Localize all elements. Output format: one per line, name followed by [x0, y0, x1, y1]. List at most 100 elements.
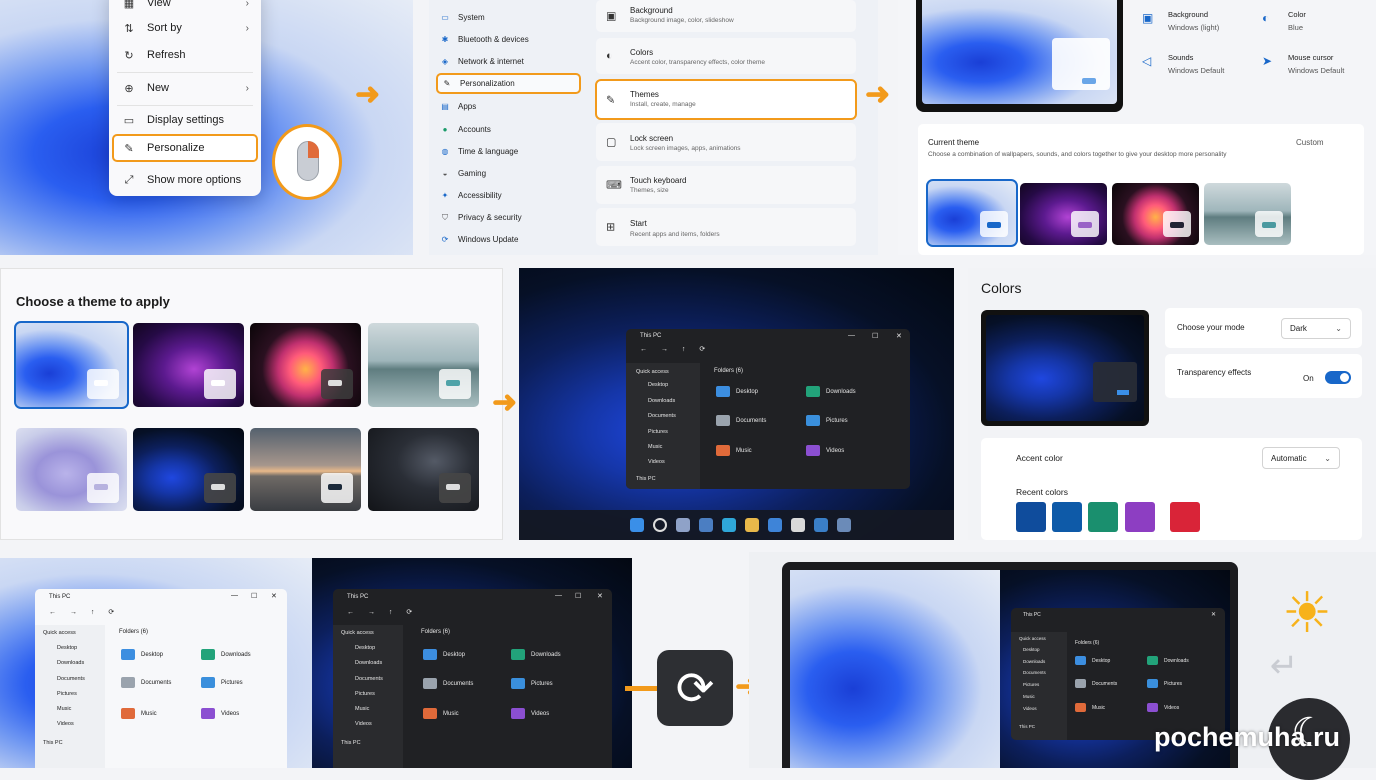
transparency-state: On: [1303, 374, 1314, 383]
folder-desktop[interactable]: Desktop: [716, 386, 758, 397]
maximize-icon[interactable]: ☐: [575, 592, 581, 600]
search-icon[interactable]: [653, 518, 667, 532]
theme-prop-color[interactable]: ◐ Color Blue: [1262, 10, 1372, 40]
recent-color-swatch[interactable]: [1088, 502, 1118, 532]
theme-prop-sounds[interactable]: ◁ Sounds Windows Default: [1142, 53, 1262, 83]
update-icon: ⟳: [441, 235, 449, 244]
card-touch-keyboard[interactable]: ⌨ Touch keyboard Themes, size: [596, 166, 856, 204]
nav-system[interactable]: ▭ System: [439, 8, 579, 27]
minimize-icon[interactable]: —: [848, 332, 855, 339]
folder-documents[interactable]: Documents: [423, 678, 473, 689]
folder-videos[interactable]: Videos: [511, 708, 549, 719]
folder-music[interactable]: Music: [716, 445, 752, 456]
nav-gaming[interactable]: ◒ Gaming: [439, 164, 579, 183]
recent-color-swatch[interactable]: [1016, 502, 1046, 532]
folder-downloads[interactable]: Downloads: [1147, 656, 1189, 665]
minimize-icon[interactable]: —: [231, 592, 238, 599]
recent-color-swatch[interactable]: [1170, 502, 1200, 532]
menu-item-sort-by[interactable]: ⇅ Sort by ›: [109, 15, 261, 41]
theme-thumb-captured-motion[interactable]: [1112, 183, 1199, 245]
folder-videos[interactable]: Videos: [806, 445, 844, 456]
theme-tile-glow[interactable]: [133, 323, 244, 407]
folder-pictures[interactable]: Pictures: [201, 677, 243, 688]
edge-icon[interactable]: [722, 518, 736, 532]
card-start[interactable]: ⊞ Start Recent apps and items, folders: [596, 208, 856, 246]
chat-icon[interactable]: [676, 518, 690, 532]
folder-documents[interactable]: Documents: [1075, 679, 1117, 688]
theme-thumb-glow[interactable]: [1020, 183, 1107, 245]
theme-thumb-flow[interactable]: [1204, 183, 1291, 245]
settings-icon[interactable]: [837, 518, 851, 532]
theme-tile-sunrise[interactable]: [16, 428, 127, 511]
folder-desktop[interactable]: Desktop: [1075, 656, 1110, 665]
folder-downloads[interactable]: Downloads: [511, 649, 561, 660]
folder-downloads[interactable]: Downloads: [201, 649, 251, 660]
maximize-icon[interactable]: ☐: [251, 592, 257, 600]
mail-icon[interactable]: [791, 518, 805, 532]
folder-pictures[interactable]: Pictures: [1147, 679, 1182, 688]
card-background[interactable]: ▣ Background Background image, color, slid…: [596, 0, 856, 32]
nav-time-language[interactable]: ◍ Time & language: [439, 142, 579, 161]
theme-tile-windows-light[interactable]: [14, 321, 129, 409]
theme-thumb-windows-light[interactable]: [926, 179, 1018, 247]
folder-videos[interactable]: Videos: [1147, 703, 1179, 712]
start-icon[interactable]: [630, 518, 644, 532]
folder-music[interactable]: Music: [423, 708, 459, 719]
folder-downloads[interactable]: Downloads: [806, 386, 856, 397]
explorer-sidebar: Quick access Desktop Downloads Documents…: [333, 625, 403, 768]
accent-dropdown[interactable]: Automatic ⌄: [1262, 447, 1340, 469]
menu-item-view[interactable]: ▦ View ›: [109, 0, 261, 16]
menu-item-personalize[interactable]: ✎ Personalize: [112, 134, 258, 162]
monitor-icon: ▭: [441, 13, 449, 22]
mode-dropdown[interactable]: Dark ⌄: [1281, 318, 1351, 339]
menu-item-refresh[interactable]: ↻ Refresh: [109, 42, 261, 68]
folder-desktop[interactable]: Desktop: [121, 649, 163, 660]
theme-tile-captured-motion[interactable]: [250, 323, 361, 407]
card-themes[interactable]: ✎ Themes Install, create, manage: [595, 79, 857, 120]
explorer-nav-buttons[interactable]: ← → ↑ ⟳: [49, 608, 120, 616]
close-icon[interactable]: ✕: [597, 592, 603, 600]
folder-music[interactable]: Music: [1075, 703, 1105, 712]
explorer-icon[interactable]: [745, 518, 759, 532]
folder-pictures[interactable]: Pictures: [511, 678, 553, 689]
theme-tile-night-sky[interactable]: [368, 428, 479, 511]
photos-icon[interactable]: [814, 518, 828, 532]
folder-desktop[interactable]: Desktop: [423, 649, 465, 660]
explorer-nav-buttons[interactable]: ← → ↑ ⟳: [640, 345, 711, 353]
folder-documents[interactable]: Documents: [716, 415, 766, 426]
explorer-nav-buttons[interactable]: ← → ↑ ⟳: [347, 608, 418, 616]
nav-accessibility[interactable]: ✦ Accessibility: [439, 186, 579, 205]
theme-tile-sunset[interactable]: [250, 428, 361, 511]
folder-videos[interactable]: Videos: [201, 708, 239, 719]
theme-tile-windows-dark[interactable]: [133, 428, 244, 511]
widgets-icon[interactable]: [699, 518, 713, 532]
menu-item-show-more-options[interactable]: ⤢ Show more options: [109, 167, 261, 193]
folder-pictures[interactable]: Pictures: [806, 415, 848, 426]
maximize-icon[interactable]: ☐: [872, 332, 878, 340]
store-icon[interactable]: [768, 518, 782, 532]
minimize-icon[interactable]: —: [555, 592, 562, 599]
theme-prop-mouse-cursor[interactable]: ➤ Mouse cursor Windows Default: [1262, 53, 1372, 83]
menu-item-new[interactable]: ⊕ New ›: [109, 75, 261, 101]
nav-apps[interactable]: ▤ Apps: [439, 97, 579, 116]
nav-personalization[interactable]: ✎ Personalization: [436, 73, 581, 94]
recent-color-swatch[interactable]: [1052, 502, 1082, 532]
close-icon[interactable]: ✕: [896, 332, 902, 340]
theme-prop-background[interactable]: ▣ Background Windows (light): [1142, 10, 1262, 40]
nav-windows-update[interactable]: ⟳ Windows Update: [439, 230, 579, 249]
close-icon[interactable]: ✕: [271, 592, 277, 600]
nav-network[interactable]: ◈ Network & internet: [439, 52, 579, 71]
nav-privacy-security[interactable]: ⛉ Privacy & security: [439, 208, 579, 227]
nav-accounts[interactable]: ● Accounts: [439, 120, 579, 139]
nav-bluetooth[interactable]: ✱ Bluetooth & devices: [439, 30, 579, 49]
folder-music[interactable]: Music: [121, 708, 157, 719]
close-icon[interactable]: ✕: [1211, 611, 1216, 618]
card-lock-screen[interactable]: ▢ Lock screen Lock screen images, apps, an…: [596, 123, 856, 161]
switch-theme-icon: ⟳: [657, 650, 733, 726]
theme-tile-flow[interactable]: [368, 323, 479, 407]
recent-color-swatch[interactable]: [1125, 502, 1155, 532]
transparency-toggle[interactable]: [1325, 371, 1351, 384]
menu-item-display-settings[interactable]: ▭ Display settings: [109, 107, 261, 133]
folder-documents[interactable]: Documents: [121, 677, 171, 688]
card-colors[interactable]: ◐ Colors Accent color, transparency effect…: [596, 38, 856, 74]
